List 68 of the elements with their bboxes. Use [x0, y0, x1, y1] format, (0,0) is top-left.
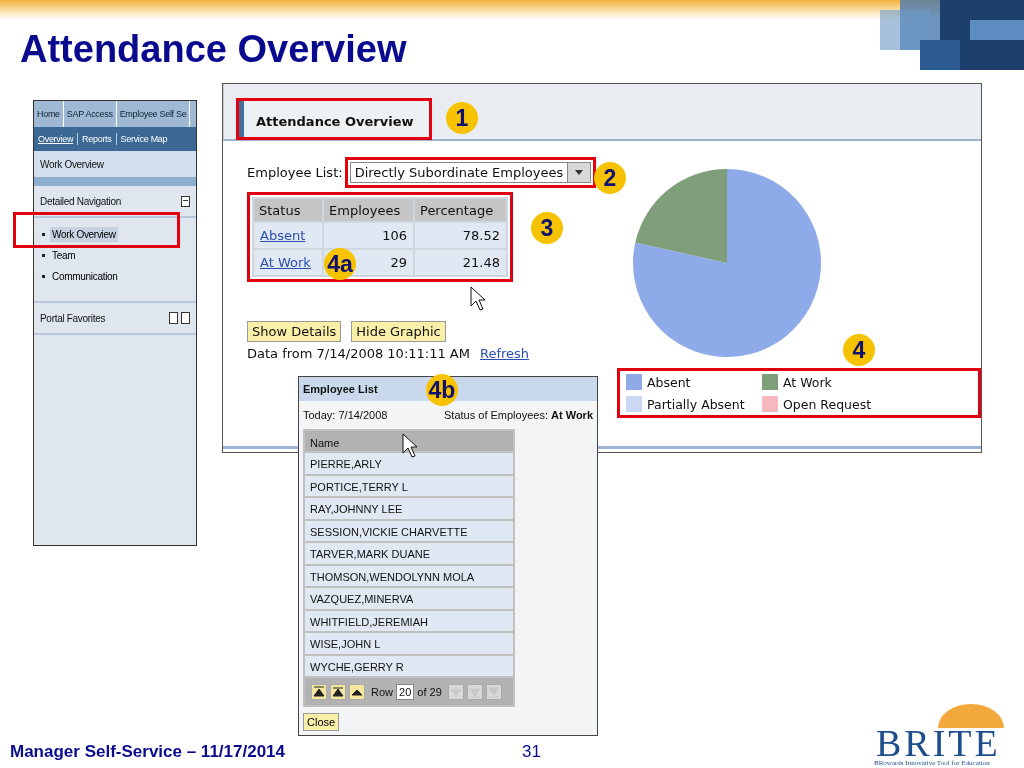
portal-link[interactable]: Service Map: [120, 133, 172, 145]
column-header: Status: [254, 199, 322, 221]
cursor-icon: [470, 286, 486, 312]
portal-link[interactable]: Overview: [38, 133, 79, 145]
sun-icon: [936, 702, 1006, 728]
pager-button[interactable]: [349, 683, 365, 700]
column-header: Name: [305, 431, 513, 451]
section-title: Detailed Navigation: [40, 195, 122, 207]
column-header: Employees: [324, 199, 413, 221]
table-cell: 106: [324, 223, 413, 248]
table-cell: THOMSON,WENDOLYNN MOLA: [305, 565, 513, 586]
page-title: Work Overview: [34, 151, 196, 177]
triangle-icon: [468, 685, 481, 698]
row-input[interactable]: 20: [396, 683, 415, 700]
nav-item[interactable]: Team: [50, 248, 78, 263]
legend-label: Absent: [647, 374, 691, 390]
list-icon[interactable]: [169, 312, 178, 324]
table-cell: WHITFIELD,JEREMIAH: [305, 610, 513, 631]
slide-title: Attendance Overview: [20, 28, 407, 71]
section-title: Portal Favorites: [40, 312, 106, 324]
employee-status: Status of Employees: At Work: [444, 409, 593, 421]
legend-swatch: [626, 396, 642, 412]
employee-list-dropdown[interactable]: Directly Subordinate Employees: [349, 162, 592, 183]
legend-label: Open Request: [783, 396, 872, 412]
portal-link[interactable]: Reports: [82, 133, 117, 145]
legend-label: At Work: [783, 374, 832, 390]
bullet-icon: [42, 254, 45, 257]
legend-swatch: [626, 374, 642, 390]
bullet-icon: [42, 233, 45, 236]
triangle-icon: [332, 685, 344, 698]
table-cell: RAY,JOHNNY LEE: [305, 498, 513, 519]
table-cell: SESSION,VICKIE CHARVETTE: [305, 520, 513, 541]
refresh-link[interactable]: Refresh: [480, 346, 530, 361]
column-header: Percentage: [415, 199, 506, 221]
triangle-icon: [487, 685, 500, 698]
legend-label: Partially Absent: [647, 396, 745, 412]
bullet-icon: [42, 275, 45, 278]
panel-tab[interactable]: Attendance Overview: [239, 101, 429, 137]
action-button[interactable]: Hide Graphic: [351, 321, 446, 342]
table-cell: PORTICE,TERRY L: [305, 475, 513, 496]
nav-item[interactable]: Work Overview: [50, 227, 118, 242]
legend-swatch: [762, 396, 778, 412]
window-icon[interactable]: [181, 312, 190, 324]
table-cell: 78.52: [415, 223, 506, 248]
footer-text: Manager Self-Service – 11/17/2014: [10, 742, 285, 762]
logo-text: BRITE: [876, 728, 1001, 758]
table-cell: VAZQUEZ,MINERVA: [305, 588, 513, 609]
nav-item[interactable]: Communication: [50, 269, 120, 284]
table-cell: PIERRE,ARLY: [305, 453, 513, 474]
close-button[interactable]: Close: [303, 713, 340, 731]
action-button[interactable]: Show Details: [247, 321, 342, 342]
collapse-icon[interactable]: [181, 195, 190, 207]
caret-icon: [575, 170, 584, 175]
pager-label: Row: [370, 685, 394, 698]
pager-button[interactable]: [311, 683, 327, 700]
table-cell: WISE,JOHN L: [305, 633, 513, 654]
table-cell: 21.48: [415, 250, 506, 275]
field-label: Employee List:: [247, 165, 343, 180]
legend-swatch: [762, 374, 778, 390]
pager-button[interactable]: [330, 683, 346, 700]
today-date: Today: 7/14/2008: [303, 409, 388, 421]
data-timestamp: Data from 7/14/2008 10:11:11 AM: [247, 346, 470, 361]
table-cell: WYCHE,GERRY R: [305, 655, 513, 676]
table-cell: TARVER,MARK DUANE: [305, 543, 513, 564]
cursor-icon: [402, 433, 418, 459]
pager-label: of 29: [417, 685, 443, 698]
triangle-icon: [313, 685, 325, 698]
page-number: 31: [522, 742, 541, 762]
